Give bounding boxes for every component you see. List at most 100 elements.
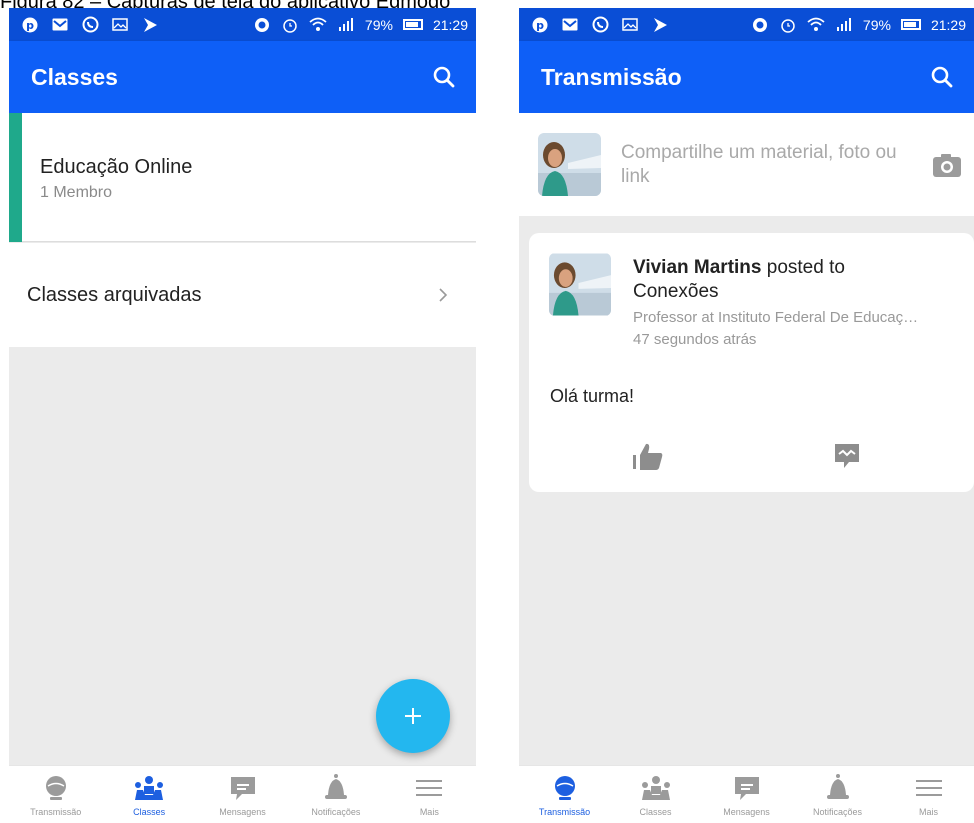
image-icon xyxy=(111,16,129,34)
class-name: Educação Online xyxy=(40,156,193,178)
post-meta: Professor at Instituto Federal De Educaç… xyxy=(633,307,963,351)
bell-icon xyxy=(319,772,353,804)
battery-icon xyxy=(900,19,921,30)
signal-icon xyxy=(835,16,853,34)
post-author[interactable]: Vivian Martins xyxy=(633,257,761,278)
whatsapp-icon xyxy=(81,16,99,34)
post-card: Vivian Martins posted to Conexões Profes… xyxy=(529,233,974,492)
bell-icon xyxy=(821,772,855,804)
post-body: Olá turma! xyxy=(550,386,635,406)
chat-icon xyxy=(730,772,764,804)
classes-icon xyxy=(639,772,673,804)
pinterest-icon: p xyxy=(21,16,39,34)
status-bar: p 79% 21:29 xyxy=(519,8,974,41)
whatsapp-icon xyxy=(591,16,609,34)
nav-label: Mais xyxy=(419,807,439,817)
alarm-icon xyxy=(281,16,299,34)
nav-item-mensagens[interactable]: Mensagens xyxy=(196,766,289,823)
menu-icon xyxy=(912,772,946,804)
app-bar: Classes xyxy=(9,41,476,113)
globe-icon xyxy=(548,772,582,804)
archived-classes-label: Classes arquivadas xyxy=(27,283,202,306)
camera-icon xyxy=(933,153,961,177)
play-store-icon xyxy=(141,16,159,34)
nav-item-mais[interactable]: Mais xyxy=(383,766,476,823)
post-target-group[interactable]: Conexões xyxy=(633,281,719,302)
bottom-navigation: Transmissão Classes Mensagens Notificaçõ… xyxy=(9,765,476,823)
search-button[interactable] xyxy=(430,63,458,91)
page-title: Transmissão xyxy=(541,63,682,90)
add-class-button[interactable] xyxy=(376,679,450,753)
alarm-icon xyxy=(779,16,797,34)
nav-item-transmissao[interactable]: Transmissão xyxy=(519,766,610,823)
menu-icon xyxy=(412,772,446,804)
nav-item-notificacoes[interactable]: Notificações xyxy=(289,766,382,823)
class-member-count: 1 Membro xyxy=(40,184,113,201)
wifi-icon xyxy=(309,16,327,34)
battery-icon xyxy=(402,19,423,30)
svg-text:p: p xyxy=(26,19,34,32)
gmail-icon xyxy=(51,16,69,34)
comment-button[interactable] xyxy=(827,438,867,474)
avatar[interactable] xyxy=(549,253,611,316)
nav-label: Transmissão xyxy=(538,807,591,817)
image-icon xyxy=(621,16,639,34)
classes-icon xyxy=(132,772,166,804)
composer-placeholder: Compartilhe um material, foto ou link xyxy=(621,141,897,187)
pinterest-icon: p xyxy=(531,16,549,34)
nav-item-mensagens[interactable]: Mensagens xyxy=(701,766,792,823)
nav-label: Mais xyxy=(918,807,938,817)
class-item[interactable]: Educação Online 1 Membro xyxy=(9,113,476,242)
class-color-bar xyxy=(9,113,22,242)
page-title: Classes xyxy=(31,63,118,90)
nav-item-notificacoes[interactable]: Notificações xyxy=(792,766,883,823)
chevron-right-icon xyxy=(438,287,448,303)
clock: 21:29 xyxy=(930,16,966,33)
thumbs-up-icon xyxy=(633,443,663,470)
globe-icon xyxy=(39,772,73,804)
battery-percent: 79% xyxy=(862,16,891,33)
signal-icon xyxy=(337,16,355,34)
nfc-icon xyxy=(253,16,271,34)
search-icon xyxy=(931,66,953,88)
gmail-icon xyxy=(561,16,579,34)
battery-percent: 79% xyxy=(364,16,393,33)
like-button[interactable] xyxy=(627,438,669,474)
nav-item-classes[interactable]: Classes xyxy=(102,766,195,823)
app-bar: Transmissão xyxy=(519,41,974,113)
bottom-navigation: Transmissão Classes Mensagens Notificaçõ… xyxy=(519,765,974,823)
nav-label: Mensagens xyxy=(219,807,266,817)
play-store-icon xyxy=(651,16,669,34)
post-actions xyxy=(529,438,974,474)
post-header: Vivian Martins posted to Conexões xyxy=(633,256,963,304)
nfc-icon xyxy=(751,16,769,34)
classes-list: Educação Online 1 Membro Classes arquiva… xyxy=(9,113,476,765)
comment-icon xyxy=(835,444,859,468)
feed: Compartilhe um material, foto ou link Vi… xyxy=(519,113,974,765)
chat-icon xyxy=(226,772,260,804)
author-role: Professor at Instituto Federal De Educaç… xyxy=(633,309,919,326)
nav-item-mais[interactable]: Mais xyxy=(883,766,974,823)
archived-classes-row[interactable]: Classes arquivadas xyxy=(9,243,476,347)
phone-screen-classes: p 79% 21:29 Classes Educação Online 1 Me… xyxy=(9,8,476,823)
clock: 21:29 xyxy=(432,16,468,33)
nav-label: Notificações xyxy=(311,807,361,817)
svg-text:p: p xyxy=(536,19,544,32)
nav-label: Mensagens xyxy=(723,807,770,817)
nav-label: Transmissão xyxy=(30,807,82,817)
plus-icon xyxy=(405,708,421,724)
search-button[interactable] xyxy=(928,63,956,91)
post-composer[interactable]: Compartilhe um material, foto ou link xyxy=(519,113,974,216)
camera-button[interactable] xyxy=(930,148,964,182)
phone-screen-transmissao: p 79% 21:29 Transmissão Compartilhe um m… xyxy=(519,8,974,823)
post-action: posted to xyxy=(761,257,845,278)
nav-item-transmissao[interactable]: Transmissão xyxy=(9,766,102,823)
wifi-icon xyxy=(807,16,825,34)
nav-label: Classes xyxy=(639,807,672,817)
nav-label: Classes xyxy=(133,807,166,817)
search-icon xyxy=(433,66,455,88)
nav-item-classes[interactable]: Classes xyxy=(610,766,701,823)
status-bar: p 79% 21:29 xyxy=(9,8,476,41)
avatar xyxy=(538,133,601,196)
post-timestamp: 47 segundos atrás xyxy=(633,331,757,348)
